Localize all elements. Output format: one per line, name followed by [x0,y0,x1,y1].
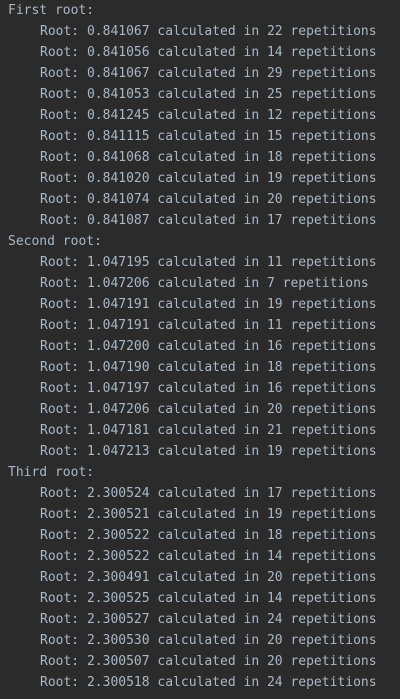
output-line: Root: 2.300527 calculated in 24 repetiti… [40,612,377,627]
output-line: Root: 1.047206 calculated in 7 repetitio… [40,276,369,291]
output-line: Root: 1.047206 calculated in 20 repetiti… [40,402,377,417]
console-output[interactable]: First root: Root: 0.841067 calculated in… [0,0,400,699]
output-line: Root: 2.300521 calculated in 19 repetiti… [40,507,377,522]
output-line: Root: 2.300518 calculated in 24 repetiti… [40,675,377,690]
output-line: Root: 0.841067 calculated in 22 repetiti… [40,24,377,39]
output-line: Root: 1.047200 calculated in 16 repetiti… [40,339,377,354]
output-line: Root: 0.841056 calculated in 14 repetiti… [40,45,377,60]
section-title: Second root: [8,234,102,249]
section-second-root: Second root: Root: 1.047195 calculated i… [8,231,400,462]
output-line: Root: 0.841067 calculated in 29 repetiti… [40,66,377,81]
output-line: Root: 1.047195 calculated in 11 repetiti… [40,255,377,270]
section-first-root: First root: Root: 0.841067 calculated in… [8,0,400,231]
output-line: Root: 0.841068 calculated in 18 repetiti… [40,150,377,165]
section-title: Third root: [8,465,95,480]
output-line: Root: 2.300525 calculated in 14 repetiti… [40,591,377,606]
output-line: Root: 0.841115 calculated in 15 repetiti… [40,129,377,144]
section-title: First root: [8,3,95,18]
output-line: Root: 2.300491 calculated in 20 repetiti… [40,570,377,585]
output-line: Root: 0.841245 calculated in 12 repetiti… [40,108,377,123]
output-line: Root: 1.047197 calculated in 16 repetiti… [40,381,377,396]
output-line: Root: 2.300530 calculated in 20 repetiti… [40,633,377,648]
output-line: Root: 0.841074 calculated in 20 repetiti… [40,192,377,207]
output-line: Root: 2.300522 calculated in 14 repetiti… [40,549,377,564]
section-third-root: Third root: Root: 2.300524 calculated in… [8,462,400,693]
output-line: Root: 1.047181 calculated in 21 repetiti… [40,423,377,438]
output-line: Root: 1.047191 calculated in 19 repetiti… [40,297,377,312]
output-line: Root: 1.047191 calculated in 11 repetiti… [40,318,377,333]
output-line: Root: 2.300524 calculated in 17 repetiti… [40,486,377,501]
output-line: Root: 0.841053 calculated in 25 repetiti… [40,87,377,102]
output-line: Root: 0.841020 calculated in 19 repetiti… [40,171,377,186]
output-line: Root: 2.300522 calculated in 18 repetiti… [40,528,377,543]
output-line: Root: 1.047190 calculated in 18 repetiti… [40,360,377,375]
output-line: Root: 2.300507 calculated in 20 repetiti… [40,654,377,669]
output-line: Root: 1.047213 calculated in 19 repetiti… [40,444,377,459]
output-line: Root: 0.841087 calculated in 17 repetiti… [40,213,377,228]
